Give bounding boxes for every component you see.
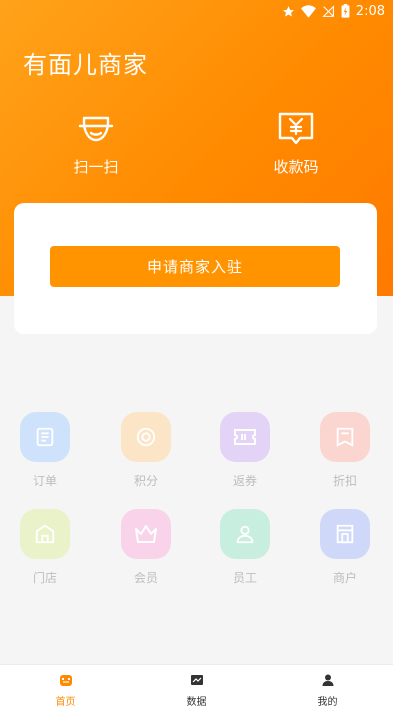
tab-mine[interactable]: 我的 <box>262 665 393 716</box>
star-icon <box>282 5 294 17</box>
wifi-icon <box>300 4 316 18</box>
status-time: 2:08 <box>355 3 385 19</box>
grid-item-order[interactable]: 订单 <box>5 412 85 489</box>
scan-label: 扫一扫 <box>73 158 119 176</box>
chart-icon <box>190 675 203 685</box>
grid-item-member[interactable]: 会员 <box>106 509 186 586</box>
store-icon <box>20 509 70 559</box>
home-icon <box>59 675 72 686</box>
grid-label-discount: 折扣 <box>332 474 357 488</box>
grid-label-points: 积分 <box>133 474 158 488</box>
discount-icon <box>320 412 370 462</box>
order-icon <box>20 412 70 462</box>
tab-home[interactable]: 首页 <box>0 665 131 716</box>
scan-face-icon <box>78 116 114 142</box>
tab-data[interactable]: 数据 <box>131 665 262 716</box>
app-title: 有面儿商家 <box>23 51 148 79</box>
user-icon <box>322 674 333 686</box>
tab-mine-label: 我的 <box>317 697 338 708</box>
payment-code-label: 收款码 <box>273 158 319 176</box>
member-crown-icon <box>121 509 171 559</box>
tab-home-label: 首页 <box>55 697 76 708</box>
scan-button[interactable]: 扫一扫 <box>46 108 146 177</box>
yuan-qrcode-icon <box>278 112 314 145</box>
tab-data-label: 数据 <box>186 697 207 708</box>
grid-label-staff: 员工 <box>232 571 257 585</box>
coupon-icon <box>220 412 270 462</box>
grid-label-coupon: 返券 <box>232 474 257 488</box>
merchant-icon <box>320 509 370 559</box>
battery-icon <box>341 4 350 18</box>
grid-item-merchant[interactable]: 商户 <box>305 509 385 586</box>
grid-item-staff[interactable]: 员工 <box>205 509 285 586</box>
points-icon <box>121 412 171 462</box>
grid-item-store[interactable]: 门店 <box>5 509 85 586</box>
payment-code-button[interactable]: 收款码 <box>246 108 346 177</box>
grid-item-points[interactable]: 积分 <box>106 412 186 489</box>
grid-item-discount[interactable]: 折扣 <box>305 412 385 489</box>
staff-icon <box>220 509 270 559</box>
status-bar: 2:08 <box>0 0 393 22</box>
bottom-tab-bar: 首页 数据 我的 <box>0 664 393 716</box>
grid-label-order: 订单 <box>32 474 57 488</box>
grid-label-store: 门店 <box>32 571 57 585</box>
grid-item-coupon[interactable]: 返券 <box>205 412 285 489</box>
grid-label-merchant: 商户 <box>332 571 357 585</box>
grid-label-member: 会员 <box>133 571 158 585</box>
apply-card: 申请商家入驻 <box>14 203 377 334</box>
apply-merchant-button[interactable]: 申请商家入驻 <box>50 246 340 287</box>
no-signal-icon <box>322 4 334 17</box>
